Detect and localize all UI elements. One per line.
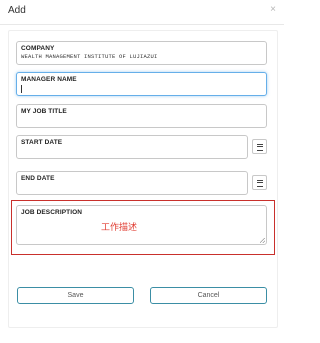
dialog-header: Add × [0, 0, 284, 25]
calendar-icon [257, 180, 263, 187]
text-caret [21, 85, 22, 93]
resize-handle-icon[interactable] [260, 238, 265, 243]
company-label: COMPANY [21, 45, 55, 52]
end-date-field[interactable]: END DATE [16, 171, 248, 195]
company-field[interactable]: COMPANY WEALTH MANAGEMENT INSTITUTE OF L… [16, 41, 267, 65]
close-icon[interactable]: × [270, 4, 276, 15]
end-date-calendar-button[interactable] [252, 175, 267, 190]
job-description-annotation: 工作描述 [101, 223, 138, 233]
manager-name-field[interactable]: MANAGER NAME [16, 72, 267, 96]
job-description-textarea[interactable]: JOB DESCRIPTION 工作描述 [16, 205, 267, 245]
end-date-label: END DATE [21, 175, 55, 182]
calendar-icon [257, 144, 263, 151]
company-value: WEALTH MANAGEMENT INSTITUTE OF LUJIAZUI [21, 53, 158, 60]
manager-name-label: MANAGER NAME [21, 76, 77, 83]
job-title-label: MY JOB TITLE [21, 108, 67, 115]
start-date-label: START DATE [21, 139, 63, 146]
start-date-calendar-button[interactable] [252, 139, 267, 154]
save-button[interactable]: Save [17, 287, 134, 304]
job-description-label: JOB DESCRIPTION [21, 209, 83, 216]
cancel-button[interactable]: Cancel [150, 287, 267, 304]
add-dialog: Add × COMPANY WEALTH MANAGEMENT INSTITUT… [0, 0, 284, 343]
job-title-field[interactable]: MY JOB TITLE [16, 104, 267, 128]
dialog-title: Add [8, 5, 26, 16]
start-date-field[interactable]: START DATE [16, 135, 248, 159]
